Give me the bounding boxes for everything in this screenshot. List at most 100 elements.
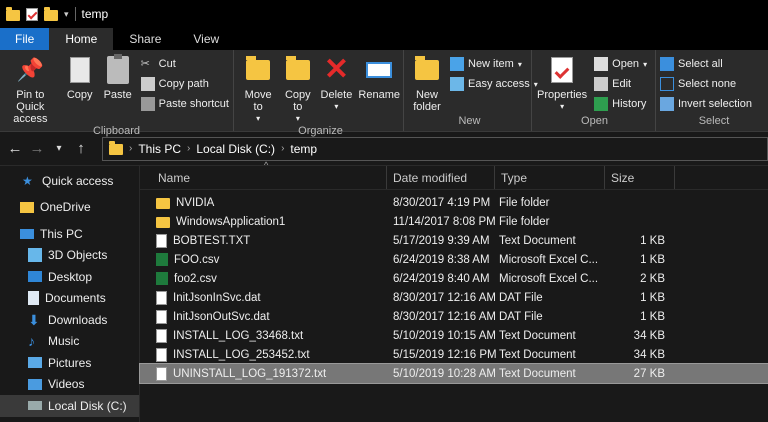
column-header-type[interactable]: Type: [495, 166, 605, 189]
address-bar[interactable]: › This PC › Local Disk (C:) › temp: [102, 136, 768, 161]
copy-folder-icon: [285, 56, 310, 80]
sidebar-item-3d-objects[interactable]: 3D Objects: [0, 245, 139, 267]
move-to-button[interactable]: Move to ▾: [238, 54, 278, 125]
up-arrow-icon[interactable]: ↑: [72, 140, 90, 157]
paste-shortcut-button[interactable]: Paste shortcut: [140, 94, 229, 114]
tab-file[interactable]: File: [0, 28, 50, 50]
file-row[interactable]: FOO.csv 6/24/2019 8:38 AM Microsoft Excel …: [140, 250, 768, 269]
drive-icon: [28, 401, 42, 411]
file-row[interactable]: InitJsonOutSvc.dat 8/30/2017 12:16 AM DAT …: [140, 307, 768, 326]
folder-icon: [6, 6, 20, 21]
column-header-label: Size: [611, 170, 635, 185]
download-icon: ⬇: [28, 311, 40, 328]
sidebar-item-label: Local Disk (C:): [48, 398, 127, 413]
new-group: New folder New item ▾ Easy access ▾ New: [404, 50, 538, 131]
new-item-label: New item: [468, 58, 514, 70]
new-item-button[interactable]: New item ▾: [450, 54, 538, 74]
file-row[interactable]: BOBTEST.TXT 5/17/2019 9:39 AM Text Documen…: [140, 231, 768, 250]
sidebar-item-onedrive[interactable]: OneDrive: [0, 197, 139, 219]
rename-button[interactable]: Rename: [355, 54, 403, 125]
file-date: 11/14/2017 8:08 PM: [393, 215, 496, 228]
breadcrumb-temp[interactable]: temp: [290, 142, 317, 156]
sidebar-item-videos[interactable]: Videos: [0, 374, 139, 396]
select-all-button[interactable]: Select all: [660, 54, 752, 74]
select-group-label: Select: [698, 115, 730, 127]
folder-icon: [156, 217, 170, 228]
sidebar-item-local-disk[interactable]: Local Disk (C:): [0, 395, 139, 417]
select-group: Select all Select none Invert selection …: [656, 50, 768, 131]
breadcrumb-local-disk[interactable]: Local Disk (C:): [196, 142, 275, 156]
file-row[interactable]: INSTALL_LOG_253452.txt 5/15/2019 12:16 PM…: [140, 345, 768, 364]
chevron-right-icon[interactable]: ›: [281, 143, 284, 154]
file-name-cell: UNINSTALL_LOG_191372.txt: [140, 366, 385, 381]
open-group-label: Open: [581, 115, 608, 127]
clipboard-icon: [106, 54, 129, 84]
easy-access-button[interactable]: Easy access ▾: [450, 74, 538, 94]
column-header-name[interactable]: Name ^: [140, 160, 387, 189]
chevron-right-icon[interactable]: ›: [187, 143, 190, 154]
file-row[interactable]: UNINSTALL_LOG_191372.txt 5/10/2019 10:28 …: [139, 363, 768, 384]
sidebar-item-label: Downloads: [48, 312, 108, 327]
cut-button[interactable]: ✂ Cut: [141, 54, 229, 74]
invert-selection-button[interactable]: Invert selection: [660, 94, 752, 114]
music-icon: ♪: [28, 333, 35, 350]
file-row[interactable]: InitJsonInSvc.dat 8/30/2017 12:16 AM DAT F…: [140, 288, 768, 307]
file-row[interactable]: INSTALL_LOG_33468.txt 5/10/2019 10:15 AM T…: [140, 326, 768, 345]
sidebar-item-desktop[interactable]: Desktop: [0, 266, 139, 288]
file-row[interactable]: foo2.csv 6/24/2019 8:40 AM Microsoft Excel…: [140, 269, 768, 288]
sidebar-item-music[interactable]: ♪ Music: [0, 331, 139, 353]
recent-locations-chevron-icon[interactable]: ▾: [50, 143, 68, 154]
file-size: 2 KB: [640, 272, 665, 285]
copy-button[interactable]: Copy: [61, 54, 99, 125]
new-folder-button[interactable]: New folder: [408, 54, 446, 115]
invert-selection-icon: [660, 97, 674, 111]
ribbon: 📌 Pin to Quick access Copy Paste ✂ Cut Co…: [0, 50, 768, 137]
file-row[interactable]: NVIDIA 8/30/2017 4:19 PM File folder: [140, 193, 768, 212]
tab-share[interactable]: Share: [113, 28, 177, 50]
tab-view[interactable]: View: [177, 28, 235, 50]
sidebar-item-documents[interactable]: Documents: [0, 288, 139, 310]
file-name-cell: INSTALL_LOG_33468.txt: [140, 328, 385, 343]
file-type: Text Document: [499, 348, 576, 361]
excel-file-icon: [156, 272, 168, 285]
open-icon: [594, 57, 609, 71]
file-size: 34 KB: [633, 329, 665, 342]
new-folder-quick-icon[interactable]: [44, 6, 58, 21]
back-arrow-icon[interactable]: ←: [6, 140, 24, 157]
breadcrumb-this-pc[interactable]: This PC: [138, 142, 181, 156]
properties-button[interactable]: Properties ▾: [534, 54, 590, 115]
sidebar-item-label: Videos: [48, 377, 85, 392]
file-name: FOO.csv: [174, 253, 220, 266]
select-none-button[interactable]: Select none: [660, 74, 752, 94]
properties-quick-icon[interactable]: [26, 7, 38, 21]
sidebar-item-this-pc[interactable]: This PC: [0, 223, 139, 245]
sidebar-item-pictures[interactable]: Pictures: [0, 352, 139, 374]
sidebar-item-downloads[interactable]: ⬇ Downloads: [0, 309, 139, 331]
cube-icon: [28, 248, 42, 263]
sidebar-item-quick-access[interactable]: ★ Quick access: [0, 170, 139, 192]
forward-arrow-icon[interactable]: →: [28, 140, 46, 157]
edit-button[interactable]: Edit: [594, 74, 647, 94]
file-name-cell: INSTALL_LOG_253452.txt: [140, 347, 385, 362]
paste-button[interactable]: Paste: [99, 54, 137, 125]
tab-home[interactable]: Home: [49, 28, 114, 50]
clipboard-group-label: Clipboard: [92, 125, 141, 137]
delete-label: Delete: [320, 89, 353, 101]
desktop-icon: [28, 271, 42, 283]
open-button[interactable]: Open ▾: [594, 54, 647, 74]
new-item-icon: [450, 57, 464, 71]
chevron-right-icon[interactable]: ›: [129, 143, 132, 154]
column-header-size[interactable]: Size: [605, 166, 675, 189]
file-row[interactable]: WindowsApplication1 11/14/2017 8:08 PM Fil…: [140, 212, 768, 231]
organize-group-label: Organize: [298, 125, 343, 137]
customize-toolbar-icon[interactable]: ▾: [64, 9, 69, 20]
file-name: INSTALL_LOG_253452.txt: [173, 348, 310, 361]
select-all-label: Select all: [678, 58, 723, 70]
delete-button[interactable]: ✕ Delete ▾: [317, 54, 355, 125]
copy-to-button[interactable]: Copy to ▾: [278, 54, 317, 125]
column-header-date[interactable]: Date modified: [387, 166, 495, 189]
computer-icon: [20, 228, 34, 239]
copy-path-button[interactable]: Copy path: [140, 74, 229, 94]
history-button[interactable]: History: [594, 94, 647, 114]
pin-quick-access-button[interactable]: 📌 Pin to Quick access: [0, 54, 61, 126]
